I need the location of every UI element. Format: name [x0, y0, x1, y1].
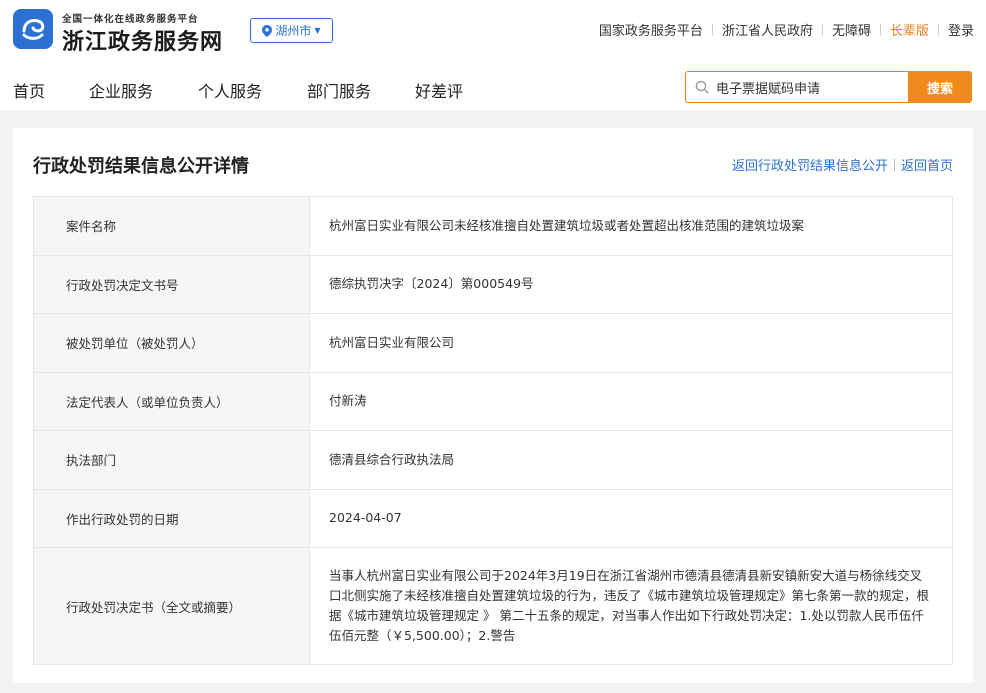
back-to-list-link[interactable]: 返回行政处罚结果信息公开: [732, 155, 888, 174]
divider: [711, 23, 713, 36]
nav-review[interactable]: 好差评: [415, 78, 463, 102]
table-row: 案件名称 杭州富日实业有限公司未经核准擅自处置建筑垃圾或者处置超出核准范围的建筑…: [33, 196, 953, 256]
elder-mode-link[interactable]: 长辈版: [890, 20, 929, 39]
field-value: 德清县综合行政执法局: [309, 430, 953, 490]
field-label: 被处罚单位（被处罚人）: [33, 313, 310, 373]
national-platform-link[interactable]: 国家政务服务平台: [599, 20, 703, 39]
field-value: 德综执罚决字〔2024〕第000549号: [309, 254, 953, 314]
nav-personal-services[interactable]: 个人服务: [198, 78, 262, 102]
province-government-link[interactable]: 浙江省人民政府: [722, 20, 813, 39]
field-value: 杭州富日实业有限公司未经核准擅自处置建筑垃圾或者处置超出核准范围的建筑垃圾案: [309, 196, 953, 256]
field-value: 付新涛: [309, 371, 953, 431]
field-label: 作出行政处罚的日期: [33, 488, 310, 548]
nav-department-services[interactable]: 部门服务: [307, 78, 371, 102]
chevron-down-icon: ▼: [314, 26, 321, 35]
top-links: 国家政务服务平台 浙江省人民政府 无障碍 长辈版 登录: [599, 20, 974, 39]
zhejiang-logo-icon[interactable]: [13, 9, 53, 49]
accessibility-link[interactable]: 无障碍: [832, 20, 871, 39]
table-row: 行政处罚决定文书号 德综执罚决字〔2024〕第000549号: [33, 254, 953, 314]
divider: [893, 158, 895, 171]
table-row: 作出行政处罚的日期 2024-04-07: [33, 488, 953, 548]
field-value: 2024-04-07: [309, 488, 953, 548]
table-row: 执法部门 德清县综合行政执法局: [33, 430, 953, 490]
top-header: 全国一体化在线政务服务平台 浙江政务服务网 湖州市 ▼ 国家政务服务平台 浙江省…: [0, 0, 986, 110]
detail-panel: 行政处罚结果信息公开详情 返回行政处罚结果信息公开 返回首页 案件名称 杭州富日…: [13, 128, 973, 683]
table-row: 行政处罚决定书（全文或摘要） 当事人杭州富日实业有限公司于2024年3月19日在…: [33, 547, 953, 665]
page-title: 行政处罚结果信息公开详情: [33, 156, 249, 177]
divider: [937, 23, 939, 36]
field-label: 法定代表人（或单位负责人）: [33, 371, 310, 431]
return-links: 返回行政处罚结果信息公开 返回首页: [732, 155, 953, 174]
back-to-home-link[interactable]: 返回首页: [901, 155, 953, 174]
logo-title[interactable]: 浙江政务服务网: [62, 24, 223, 56]
divider: [821, 23, 823, 36]
field-value: 当事人杭州富日实业有限公司于2024年3月19日在浙江省湖州市德清县德清县新安镇…: [309, 547, 953, 665]
search-icon: [695, 80, 709, 94]
field-value: 杭州富日实业有限公司: [309, 313, 953, 373]
table-row: 被处罚单位（被处罚人） 杭州富日实业有限公司: [33, 313, 953, 373]
table-row: 法定代表人（或单位负责人） 付新涛: [33, 371, 953, 431]
field-label: 行政处罚决定书（全文或摘要）: [33, 547, 310, 665]
divider: [879, 23, 881, 36]
city-selector[interactable]: 湖州市 ▼: [250, 18, 333, 43]
city-name: 湖州市: [275, 24, 312, 38]
field-label: 案件名称: [33, 196, 310, 256]
login-link[interactable]: 登录: [948, 20, 974, 39]
detail-table: 案件名称 杭州富日实业有限公司未经核准擅自处置建筑垃圾或者处置超出核准范围的建筑…: [33, 196, 953, 665]
search-button[interactable]: 搜索: [908, 71, 972, 103]
logo-subtitle: 全国一体化在线政务服务平台: [62, 14, 199, 25]
nav-enterprise-services[interactable]: 企业服务: [89, 78, 153, 102]
location-pin-icon: [262, 24, 273, 37]
search-bar: 搜索: [685, 71, 972, 103]
field-label: 执法部门: [33, 430, 310, 490]
search-box[interactable]: [685, 71, 908, 103]
search-input[interactable]: [716, 79, 896, 95]
nav-home[interactable]: 首页: [13, 78, 45, 102]
field-label: 行政处罚决定文书号: [33, 254, 310, 314]
